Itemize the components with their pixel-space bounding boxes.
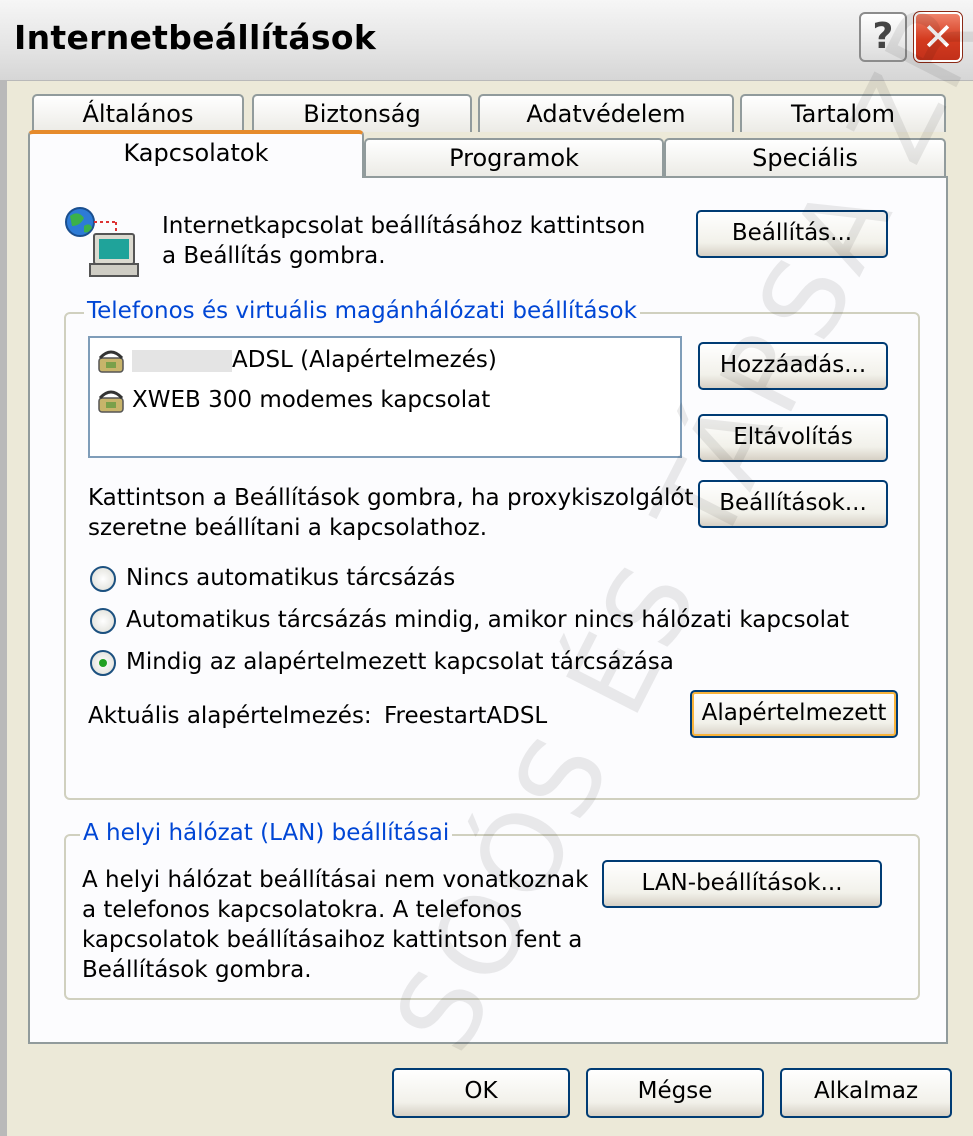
radio-label-autodial-when-no-network[interactable]: Automatikus tárcsázás mindig, amikor nin… <box>126 606 849 635</box>
current-default-label: Aktuális alapértelmezés: <box>88 703 372 729</box>
close-icon: ✕ <box>922 15 954 59</box>
lan-text-line3: kapcsolatok beállításaihoz kattintson fe… <box>82 927 583 953</box>
list-item[interactable]: XWEB 300 modemes kapcsolat <box>96 384 490 416</box>
tab-adatvedelem[interactable]: Adatvédelem <box>478 94 734 132</box>
set-default-button[interactable]: Alapértelmezett <box>690 690 898 738</box>
network-computer-icon <box>60 204 144 280</box>
phone-connection-icon <box>96 348 126 374</box>
add-button[interactable]: Hozzáadás... <box>698 342 888 390</box>
tab-biztonsag[interactable]: Biztonság <box>252 94 472 132</box>
radio-no-autodial[interactable] <box>90 566 116 592</box>
lan-text-line1: A helyi hálózat beállításai nem vonatkoz… <box>82 867 589 893</box>
window-title: Internetbeállítások <box>14 18 377 57</box>
close-button[interactable]: ✕ <box>913 11 963 63</box>
tab-programok[interactable]: Programok <box>364 138 664 176</box>
lan-settings-button[interactable]: LAN-beállítások... <box>602 860 882 908</box>
cancel-button[interactable]: Mégse <box>586 1068 764 1118</box>
current-default-value: FreestartADSL <box>384 703 548 729</box>
setup-text-line2: a Beállítás gombra. <box>162 243 386 269</box>
title-bar[interactable]: Internetbeállítások ? ✕ <box>0 0 973 81</box>
radio-always-dial-default[interactable] <box>90 650 116 676</box>
proxy-text-line1: Kattintson a Beállítások gombra, ha prox… <box>88 485 694 511</box>
internet-options-dialog: Internetbeállítások ? ✕ Általános Bizton… <box>0 0 973 1136</box>
phone-connection-icon <box>96 388 126 414</box>
apply-button[interactable]: Alkalmaz <box>780 1068 952 1118</box>
radio-label-always-dial-default[interactable]: Mindig az alapértelmezett kapcsolat tárc… <box>126 648 674 677</box>
radio-autodial-when-no-network[interactable] <box>90 608 116 634</box>
connection-name: XWEB 300 modemes kapcsolat <box>132 387 491 413</box>
tab-altalanos[interactable]: Általános <box>32 94 244 132</box>
help-button[interactable]: ? <box>859 12 907 62</box>
connection-name: ADSL (Alapértelmezés) <box>232 347 497 373</box>
ok-button[interactable]: OK <box>392 1068 570 1118</box>
setup-text-line1: Internetkapcsolat beállításához kattints… <box>162 213 646 239</box>
connections-list[interactable]: ADSL (Alapértelmezés) XWEB 300 modemes k… <box>88 336 682 458</box>
lan-text-line2: a telefonos kapcsolatokra. A telefonos <box>82 897 523 923</box>
list-item[interactable]: ADSL (Alapértelmezés) <box>96 344 497 376</box>
radio-selected-dot <box>99 659 107 667</box>
tab-kapcsolatok[interactable]: Kapcsolatok <box>28 130 364 178</box>
tab-tartalom[interactable]: Tartalom <box>740 94 946 132</box>
lan-group-title: A helyi hálózat (LAN) beállításai <box>80 820 453 846</box>
proxy-settings-button[interactable]: Beállítások... <box>698 480 888 528</box>
remove-button[interactable]: Eltávolítás <box>698 414 888 462</box>
dialup-group-title: Telefonos és virtuális magánhálózati beá… <box>84 298 640 324</box>
tab-specialis[interactable]: Speciális <box>664 138 946 176</box>
blurred-name <box>132 349 232 372</box>
lan-text-line4: Beállítások gombra. <box>82 957 312 983</box>
radio-label-no-autodial[interactable]: Nincs automatikus tárcsázás <box>126 564 455 593</box>
window-border <box>0 80 7 1136</box>
help-icon: ? <box>872 16 894 57</box>
setup-button[interactable]: Beállítás... <box>696 210 888 258</box>
proxy-text-line2: szeretne beállítani a kapcsolathoz. <box>88 515 488 541</box>
